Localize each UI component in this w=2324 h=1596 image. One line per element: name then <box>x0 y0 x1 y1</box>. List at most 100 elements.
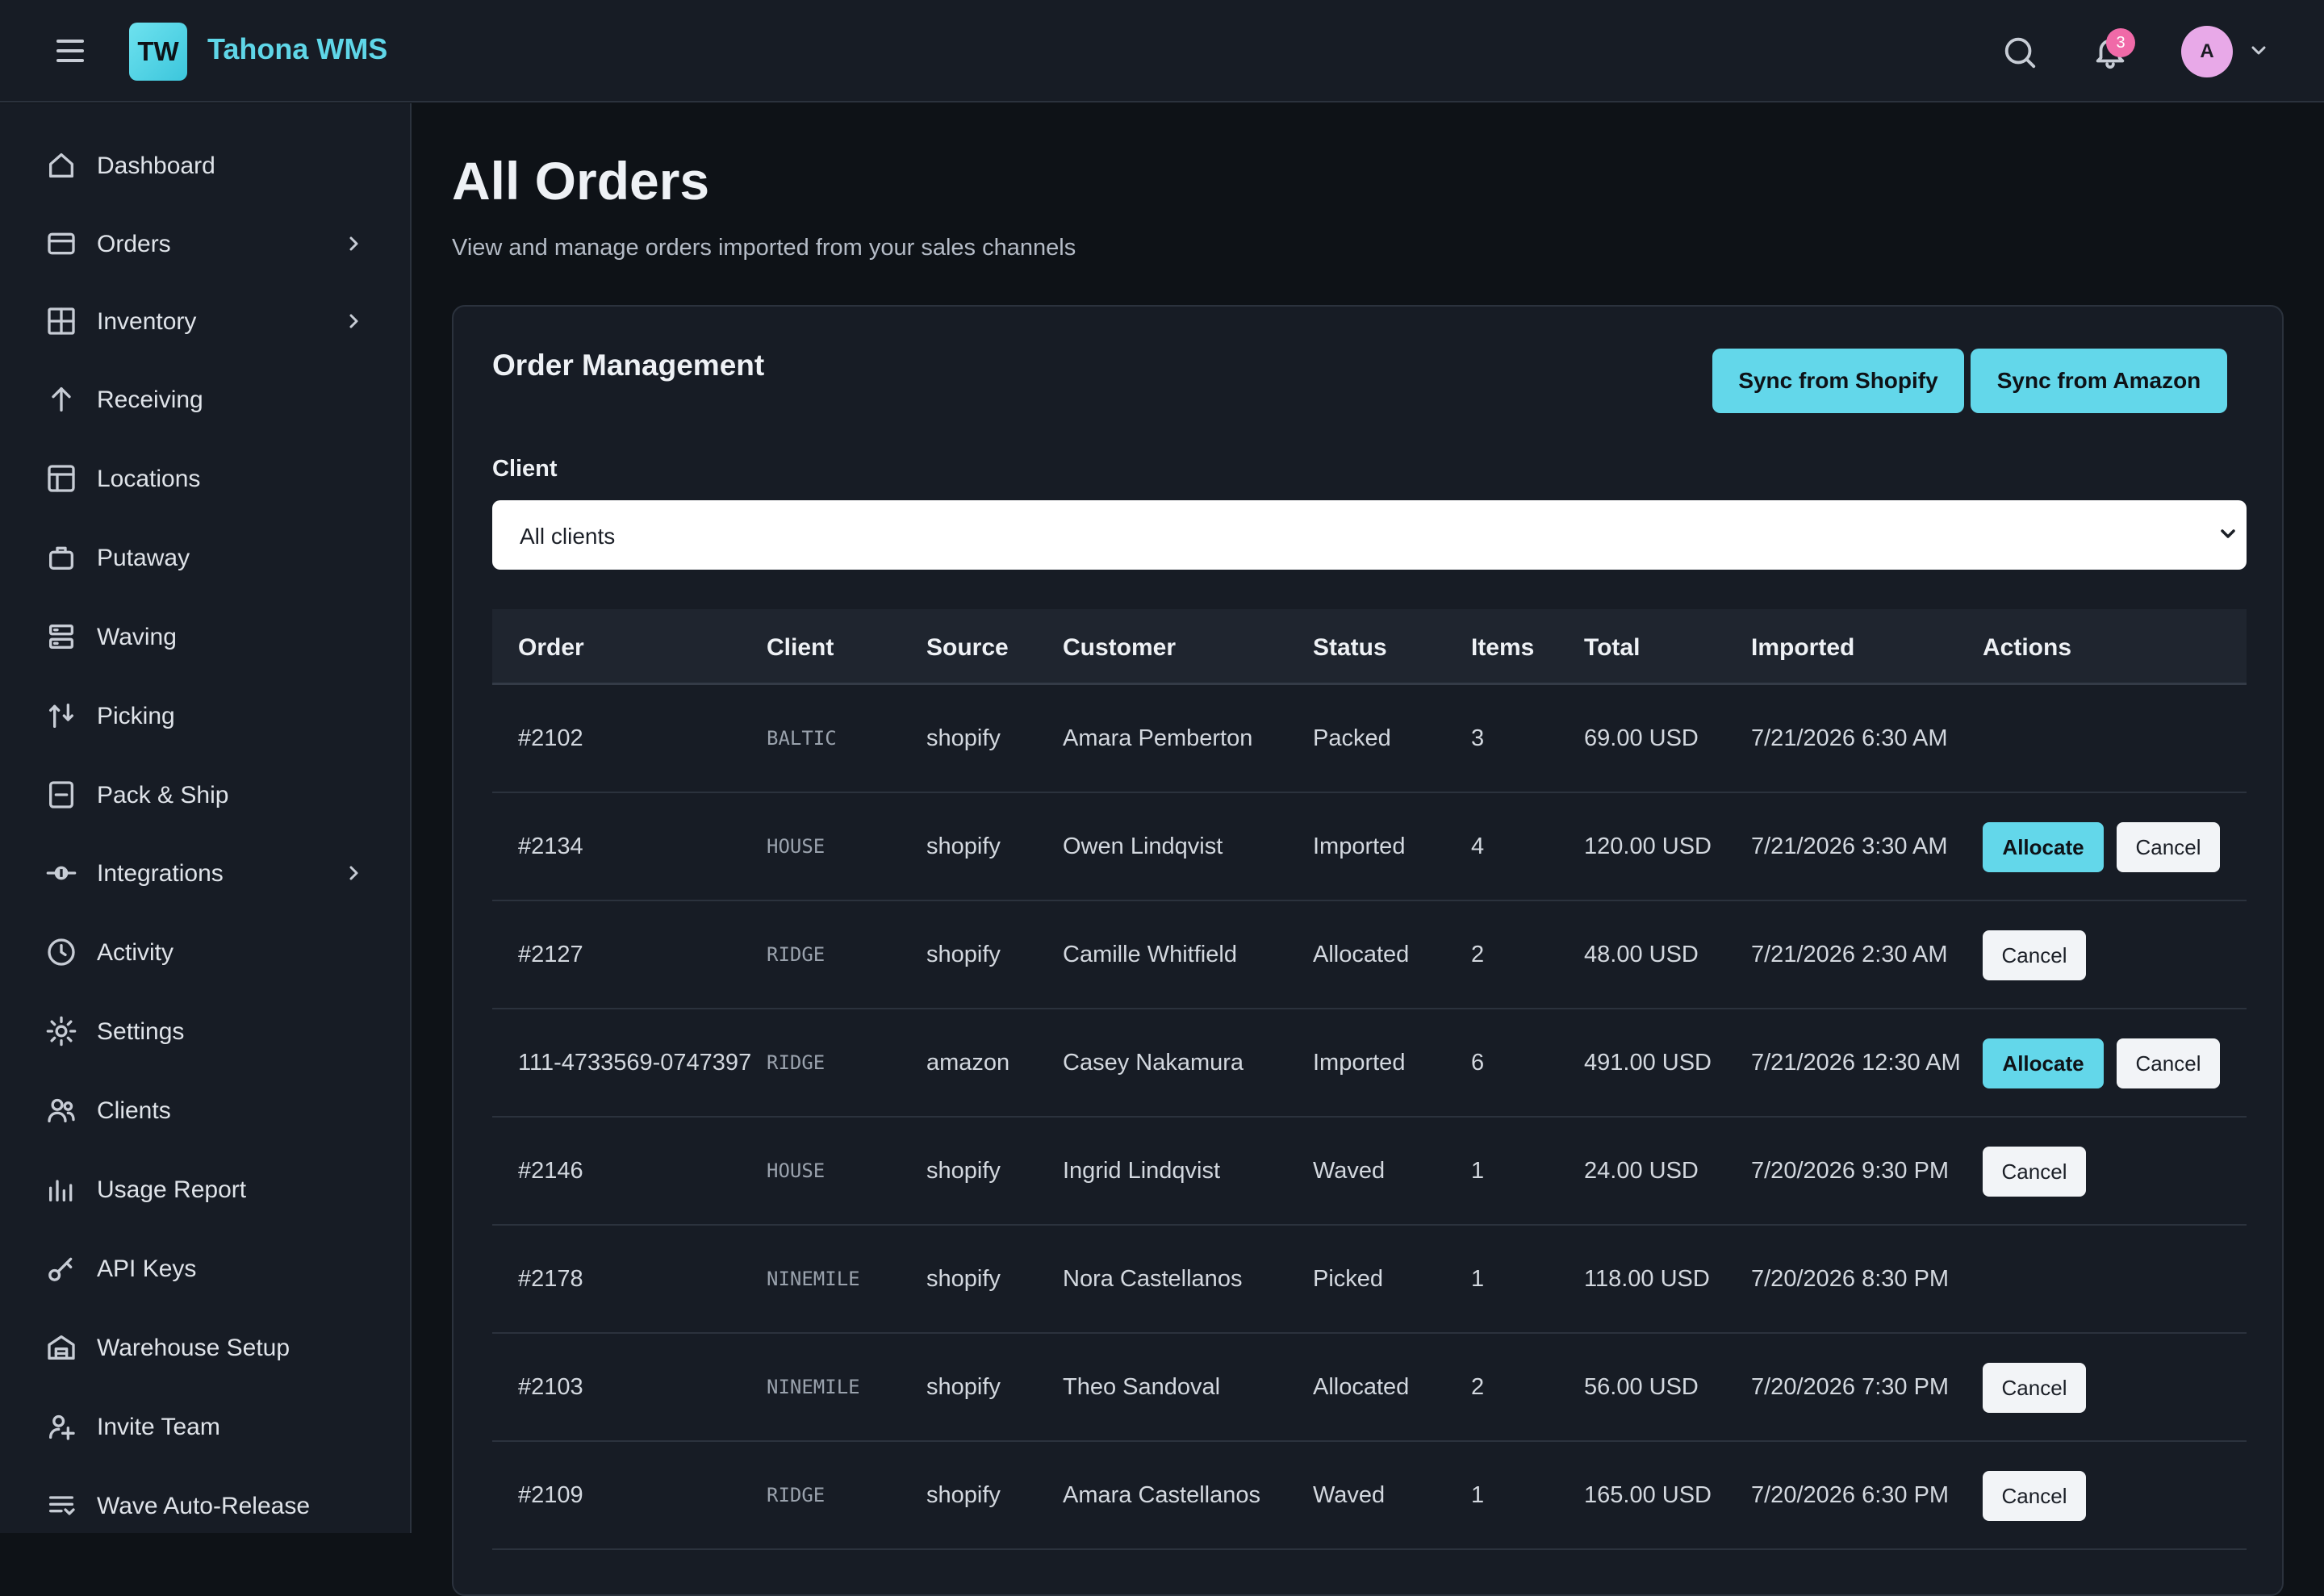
key-icon <box>48 1257 73 1281</box>
sidebar-item-label: Usage Report <box>97 1176 247 1203</box>
cell-order: #2103 <box>518 1374 583 1400</box>
sidebar-item-integrations[interactable]: Integrations <box>0 841 410 905</box>
sidebar-item-label: Dashboard <box>97 152 215 179</box>
sidebar-item-inventory[interactable]: Inventory <box>0 289 410 353</box>
table-row[interactable]: #2134 HOUSE shopify Owen Lindqvist Imported 4… <box>492 793 2247 901</box>
cell-order: #2127 <box>518 942 583 967</box>
table-row[interactable]: #2127 RIDGE shopify Camille Whitfield Alloca… <box>492 901 2247 1009</box>
cell-total: 69.00 USD <box>1584 725 1699 751</box>
cancel-button[interactable]: Cancel <box>2117 822 2220 872</box>
cell-client: HOUSE <box>767 835 826 858</box>
cell-source: shopify <box>926 1374 1001 1400</box>
client-select[interactable]: All clients <box>492 500 2247 570</box>
sidebar-item-usage-report[interactable]: Usage Report <box>0 1157 410 1222</box>
chevron-down-icon[interactable] <box>2250 44 2268 57</box>
cell-status: Packed <box>1313 725 1391 751</box>
sidebar-item-receiving[interactable]: Receiving <box>0 367 410 432</box>
sidebar-item-label: Picking <box>97 703 175 729</box>
page-title: All Orders <box>452 151 710 211</box>
home-icon <box>49 153 74 178</box>
chevron-right-icon <box>349 236 358 251</box>
cell-status: Allocated <box>1313 942 1410 967</box>
avatar[interactable]: A <box>2181 26 2233 77</box>
cell-client: RIDGE <box>767 1051 826 1074</box>
cancel-button[interactable]: Cancel <box>1983 1147 2086 1197</box>
cell-imported: 7/20/2026 8:30 PM <box>1751 1266 1950 1292</box>
cell-status: Waved <box>1313 1158 1386 1184</box>
cell-status: Imported <box>1313 1050 1406 1076</box>
stack-icon <box>49 625 73 649</box>
cell-customer: Owen Lindqvist <box>1063 834 1223 859</box>
sync-shopify-button[interactable]: Sync from Shopify <box>1712 349 1964 413</box>
table-row[interactable]: #2102 BALTIC shopify Amara Pemberton Packed 3… <box>492 685 2247 793</box>
plug-icon <box>46 866 77 880</box>
arrow-up-icon <box>52 387 71 412</box>
cell-total: 48.00 USD <box>1584 942 1699 967</box>
sync-amazon-button[interactable]: Sync from Amazon <box>1971 349 2227 413</box>
cell-total: 118.00 USD <box>1584 1266 1710 1292</box>
cancel-button[interactable]: Cancel <box>1983 1471 2086 1521</box>
cell-total: 120.00 USD <box>1584 834 1712 859</box>
sidebar-item-label: Locations <box>97 466 201 492</box>
package-icon <box>49 781 73 808</box>
cell-items: 2 <box>1471 942 1485 967</box>
cell-order: #2109 <box>518 1482 583 1508</box>
cell-status: Waved <box>1313 1482 1386 1508</box>
cell-items: 6 <box>1471 1050 1485 1076</box>
table-row[interactable]: #2109 RIDGE shopify Amara Castellanos Waved 1… <box>492 1442 2247 1550</box>
sidebar-item-wave-auto-release[interactable]: Wave Auto-Release <box>0 1473 410 1538</box>
sidebar-item-label: Activity <box>97 939 174 966</box>
sidebar-item-putaway[interactable]: Putaway <box>0 525 410 590</box>
sidebar-item-activity[interactable]: Activity <box>0 920 410 984</box>
table-row[interactable]: #2103 NINEMILE shopify Theo Sandoval Allocat… <box>492 1334 2247 1442</box>
cell-customer: Amara Pemberton <box>1063 725 1253 751</box>
cell-items: 3 <box>1471 725 1485 751</box>
sidebar-item-settings[interactable]: Settings <box>0 999 410 1063</box>
sidebar-item-locations[interactable]: Locations <box>0 446 410 511</box>
sidebar-item-clients[interactable]: Clients <box>0 1078 410 1143</box>
table-body: #2102 BALTIC shopify Amara Pemberton Packed 3… <box>492 685 2247 1550</box>
cell-items: 4 <box>1471 834 1485 859</box>
sidebar-item-dashboard[interactable]: Dashboard <box>0 133 410 198</box>
sidebar-item-pack-ship[interactable]: Pack & Ship <box>0 762 410 827</box>
cell-total: 24.00 USD <box>1584 1158 1699 1184</box>
cell-customer: Ingrid Lindqvist <box>1063 1158 1221 1184</box>
search-icon[interactable] <box>2001 34 2038 71</box>
cell-customer: Amara Castellanos <box>1063 1482 1260 1508</box>
allocate-button[interactable]: Allocate <box>1983 1038 2104 1088</box>
sidebar-item-label: Integrations <box>97 860 224 887</box>
allocate-button[interactable]: Allocate <box>1983 822 2104 872</box>
sidebar-item-label: Invite Team <box>97 1414 220 1440</box>
box-icon <box>49 546 73 570</box>
cancel-button[interactable]: Cancel <box>2117 1038 2220 1088</box>
table-row[interactable]: #2178 NINEMILE shopify Nora Castellanos Pick… <box>492 1226 2247 1334</box>
cell-order: #2146 <box>518 1158 583 1184</box>
column-header-order: Order <box>518 634 584 661</box>
cell-customer: Camille Whitfield <box>1063 942 1237 967</box>
cell-customer: Theo Sandoval <box>1063 1374 1221 1400</box>
cell-imported: 7/20/2026 7:30 PM <box>1751 1374 1950 1400</box>
cell-status: Picked <box>1313 1266 1384 1292</box>
cell-status: Allocated <box>1313 1374 1410 1400</box>
cancel-button[interactable]: Cancel <box>1983 1363 2086 1413</box>
sidebar-item-waving[interactable]: Waving <box>0 604 410 669</box>
cell-customer: Nora Castellanos <box>1063 1266 1243 1292</box>
table-row[interactable]: 111-4733569-0747397 RIDGE amazon Casey Naka… <box>492 1009 2247 1118</box>
cancel-button[interactable]: Cancel <box>1983 930 2086 980</box>
cell-source: shopify <box>926 725 1001 751</box>
table-row[interactable]: #2146 HOUSE shopify Ingrid Lindqvist Waved 1 2… <box>492 1118 2247 1226</box>
sidebar-item-invite-team[interactable]: Invite Team <box>0 1394 410 1459</box>
orders-icon <box>48 232 75 255</box>
sidebar-item-picking[interactable]: Picking <box>0 683 410 748</box>
sidebar-item-api-keys[interactable]: API Keys <box>0 1236 410 1301</box>
sidebar-item-orders[interactable]: Orders <box>0 211 410 276</box>
user-plus-icon <box>49 1414 75 1440</box>
menu-icon[interactable] <box>56 40 84 62</box>
notification-badge: 3 <box>2106 28 2135 57</box>
column-header-total: Total <box>1584 634 1641 661</box>
cell-client: HOUSE <box>767 1159 826 1182</box>
sidebar-item-warehouse-setup[interactable]: Warehouse Setup <box>0 1315 410 1380</box>
column-header-imported: Imported <box>1751 634 1855 661</box>
app-title[interactable]: Tahona WMS <box>207 32 387 66</box>
gear-icon <box>46 1016 77 1047</box>
